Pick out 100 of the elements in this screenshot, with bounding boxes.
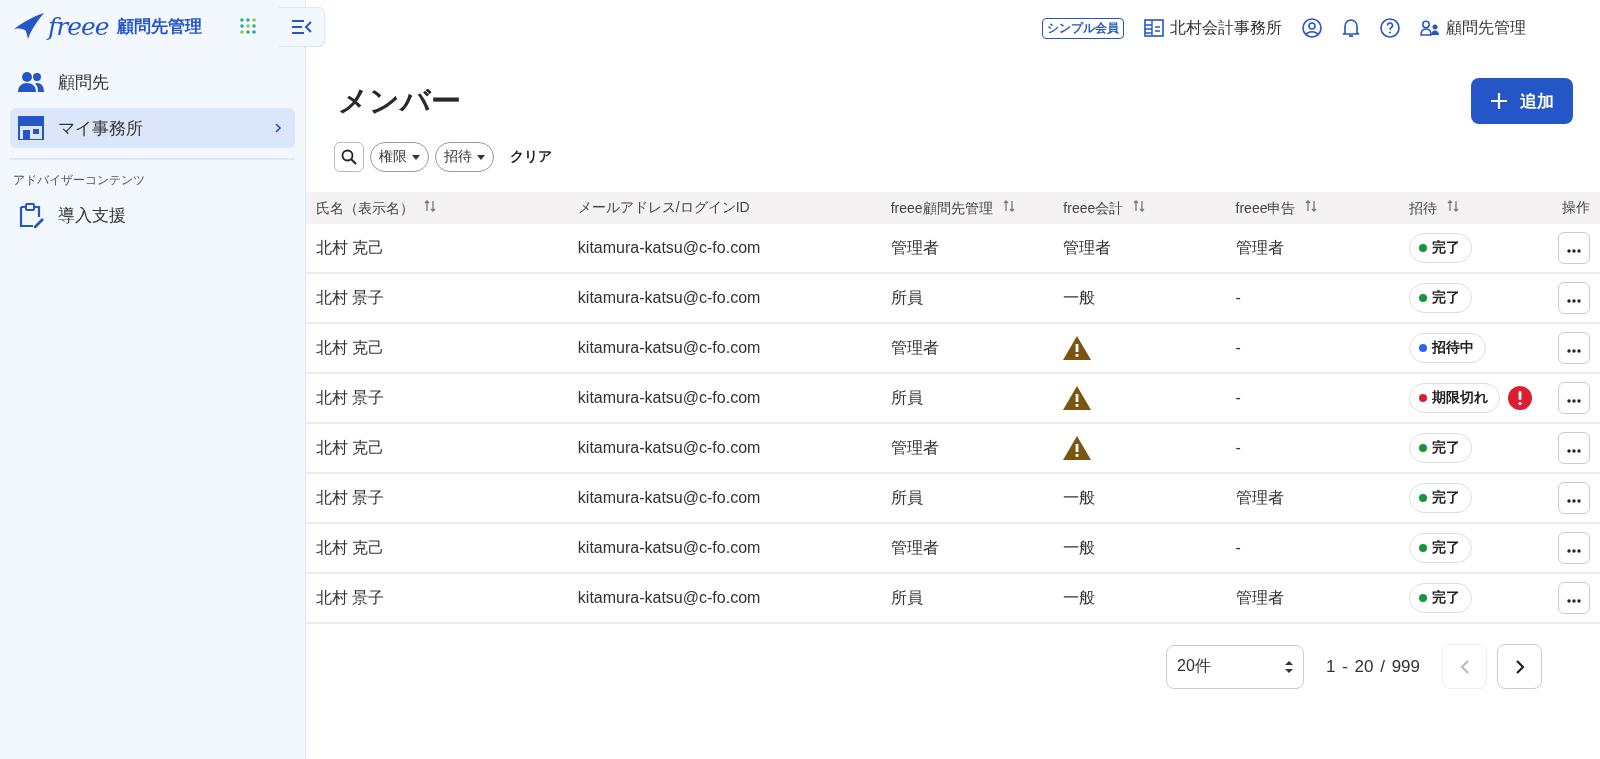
table-cell: kitamura-katsu@c-fo.com	[577, 589, 761, 606]
page-title: メンバー	[338, 82, 461, 119]
plan-badge: シンプル会員	[1042, 17, 1124, 39]
help-icon[interactable]	[1380, 18, 1400, 38]
table-cell: 管理者	[890, 338, 939, 356]
table-cell: 一般	[1063, 538, 1096, 556]
chevron-left-icon	[1458, 658, 1471, 675]
logo-wordmark: freee	[48, 11, 109, 41]
more-button[interactable]	[1558, 582, 1590, 614]
table-cell: -	[1235, 539, 1241, 556]
table-cell: kitamura-katsu@c-fo.com	[577, 239, 761, 256]
more-icon	[1567, 549, 1581, 553]
warning-icon	[1063, 436, 1092, 460]
caret-down-icon	[477, 154, 485, 160]
table-cell: kitamura-katsu@c-fo.com	[577, 439, 761, 456]
more-icon	[1567, 599, 1581, 603]
more-button[interactable]	[1558, 332, 1590, 364]
column-header: freee申告	[1235, 199, 1296, 216]
search-icon	[341, 149, 357, 165]
filter-dropdown[interactable]: 招待	[435, 142, 494, 172]
clipboard-edit-icon	[18, 202, 44, 228]
plus-icon	[1490, 92, 1508, 110]
table-cell: 管理者	[890, 538, 939, 556]
nav-item[interactable]: マイ事務所	[10, 108, 295, 148]
column-header: freee会計	[1063, 199, 1124, 216]
more-button[interactable]	[1558, 432, 1590, 464]
table-cell: 一般	[1063, 588, 1096, 606]
table-cell: 北村 景子	[316, 588, 385, 606]
table-cell: 北村 景子	[316, 488, 385, 506]
sort-icon[interactable]	[1002, 198, 1015, 213]
more-icon	[1567, 349, 1581, 353]
more-button[interactable]	[1558, 282, 1590, 314]
sort-icon[interactable]	[1305, 198, 1318, 213]
filter-dropdown[interactable]: 権限	[370, 142, 429, 172]
table-cell: 管理者	[1235, 488, 1284, 506]
more-button[interactable]	[1558, 232, 1590, 264]
chevron-right-icon	[1513, 658, 1526, 675]
table-cell: 所員	[890, 288, 923, 306]
clear-link[interactable]: クリア	[510, 148, 552, 166]
more-button[interactable]	[1558, 382, 1590, 414]
people-icon	[18, 71, 44, 93]
table-cell: 管理者	[890, 438, 939, 456]
sort-icon[interactable]	[1446, 198, 1459, 213]
building-icon	[1144, 19, 1164, 37]
table-cell: 管理者	[890, 238, 939, 256]
more-icon	[1567, 249, 1581, 253]
more-button[interactable]	[1558, 482, 1590, 514]
more-icon	[1567, 449, 1581, 453]
more-icon	[1567, 499, 1581, 503]
table-cell: 一般	[1063, 488, 1096, 506]
bell-icon[interactable]	[1342, 18, 1360, 38]
table-cell: 一般	[1063, 288, 1096, 306]
table-cell: kitamura-katsu@c-fo.com	[577, 289, 761, 306]
table-cell: 管理者	[1063, 238, 1112, 256]
table-cell: 北村 景子	[316, 388, 385, 406]
nav-item[interactable]: 顧問先	[10, 62, 295, 102]
nav-item[interactable]: 導入支援	[10, 195, 295, 235]
column-header: 操作	[1562, 199, 1590, 215]
table-cell: 北村 克己	[316, 338, 385, 356]
table-cell: kitamura-katsu@c-fo.com	[577, 539, 761, 556]
column-header: freee顧問先管理	[890, 199, 993, 216]
product-name: 顧問先管理	[116, 15, 202, 38]
table-cell: 所員	[890, 588, 923, 606]
table-cell: -	[1235, 389, 1241, 406]
table-cell: 北村 克己	[316, 538, 385, 556]
table-cell: -	[1235, 439, 1241, 456]
add-button[interactable]: 追加	[1471, 78, 1573, 124]
table-cell: 所員	[890, 488, 923, 506]
select-arrows-icon	[1285, 659, 1293, 674]
column-header: メールアドレス/ログインID	[577, 199, 750, 215]
account-icon[interactable]	[1302, 18, 1322, 38]
warning-icon	[1063, 386, 1092, 410]
table-cell: 管理者	[1235, 588, 1284, 606]
section-heading: アドバイザーコンテンツ	[13, 172, 146, 189]
office-name[interactable]: 北村会計事務所	[1170, 17, 1282, 39]
column-header: 招待	[1408, 199, 1437, 216]
sort-icon[interactable]	[424, 198, 436, 213]
table-cell: 管理者	[1235, 238, 1284, 256]
page-range: 1 - 20 / 999	[1326, 656, 1420, 677]
warning-icon	[1063, 336, 1092, 360]
storefront-icon	[18, 116, 44, 140]
sort-icon[interactable]	[1133, 198, 1146, 213]
column-header: 氏名（表示名）	[316, 199, 414, 216]
table-cell: kitamura-katsu@c-fo.com	[577, 389, 761, 406]
collapse-sidebar-button[interactable]	[279, 7, 325, 47]
page-size-select[interactable]: 20件	[1166, 644, 1304, 689]
table-cell: kitamura-katsu@c-fo.com	[577, 489, 761, 506]
users-icon	[1420, 20, 1440, 36]
table-cell: -	[1235, 289, 1241, 306]
table-cell: 北村 克己	[316, 238, 385, 256]
table-cell: -	[1235, 339, 1241, 356]
bird-logo-icon	[14, 11, 44, 41]
search-button[interactable]	[334, 142, 364, 172]
user-menu[interactable]: 顧問先管理	[1446, 17, 1526, 39]
more-button[interactable]	[1558, 532, 1590, 564]
table-cell: 北村 景子	[316, 288, 385, 306]
app-grid-icon[interactable]	[239, 17, 257, 35]
table-cell: 所員	[890, 388, 923, 406]
caret-down-icon	[412, 154, 420, 160]
more-icon	[1567, 399, 1581, 403]
